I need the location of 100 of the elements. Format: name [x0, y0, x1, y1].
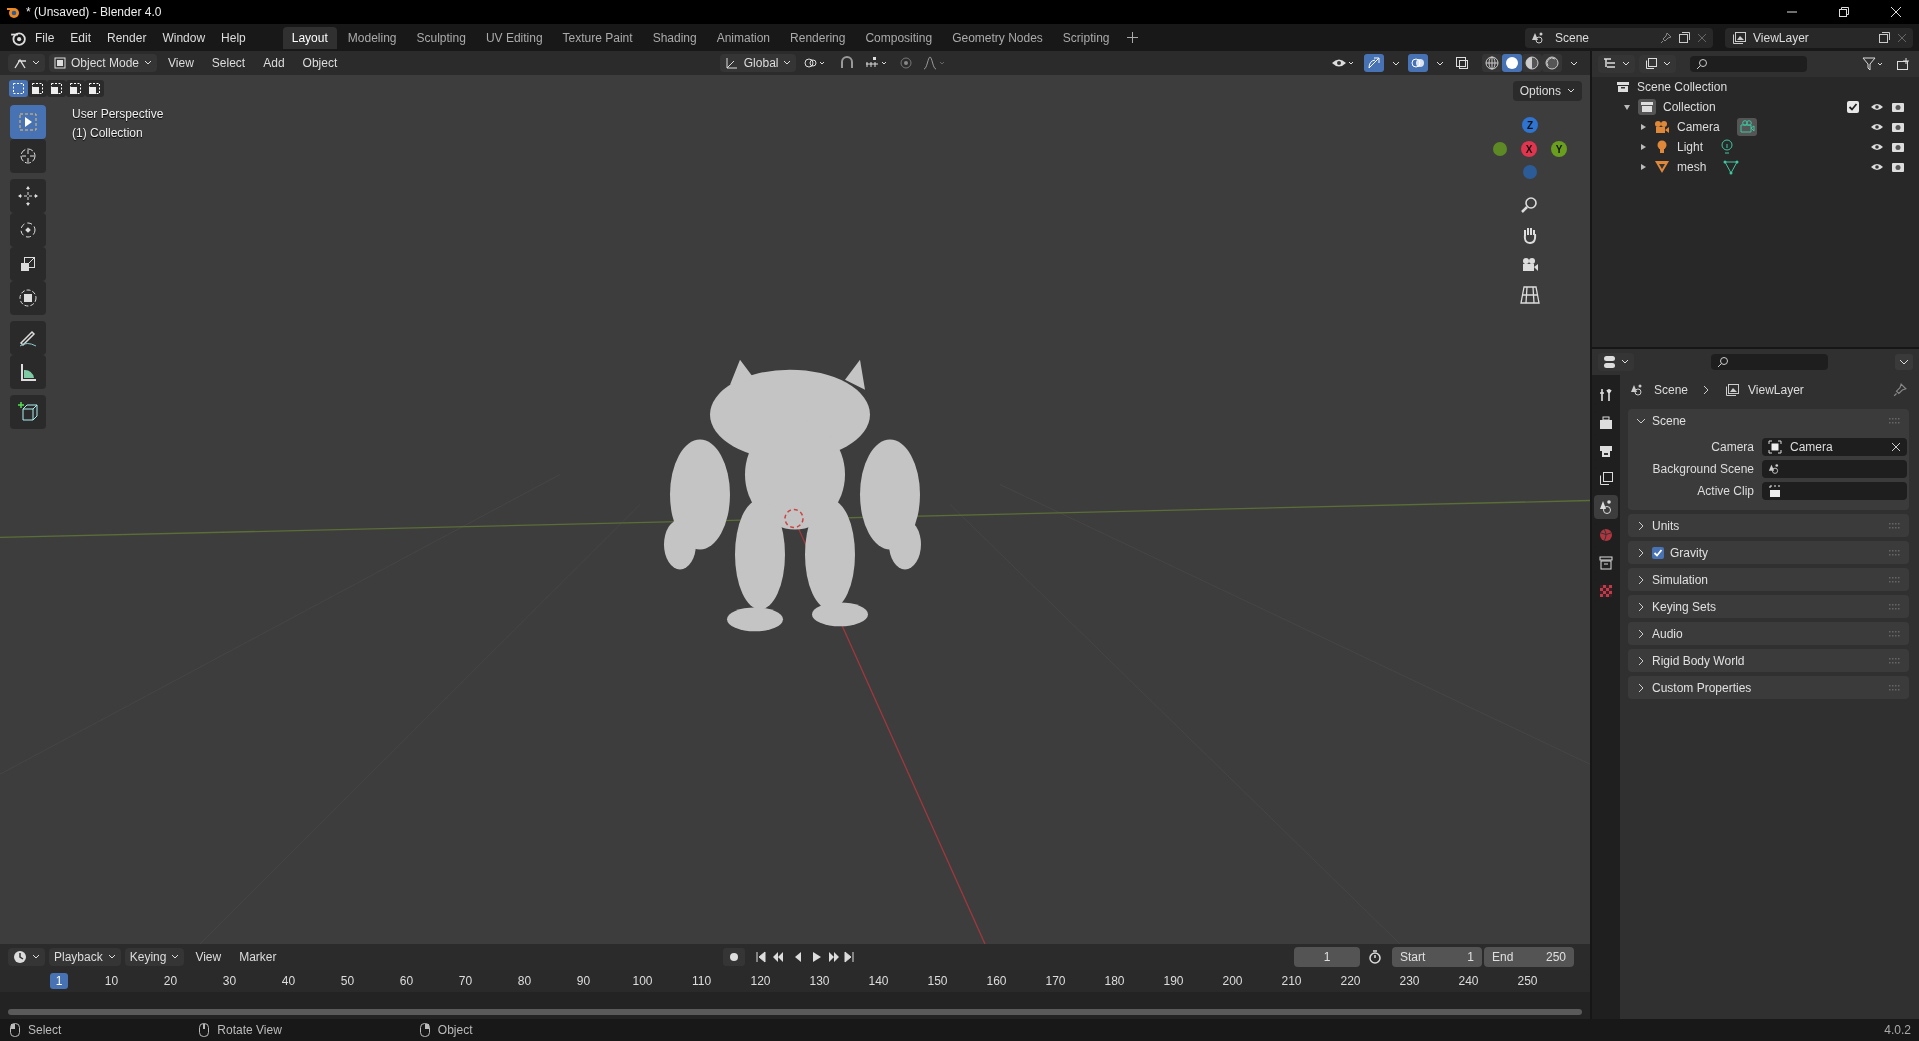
- gizmo-axis[interactable]: Z: [1522, 117, 1538, 133]
- menu-item[interactable]: Window: [155, 27, 213, 48]
- gizmo-axis-dot[interactable]: [1523, 165, 1537, 179]
- gizmo-axis[interactable]: X: [1521, 141, 1537, 157]
- solid-shading-icon[interactable]: [1502, 54, 1522, 72]
- material-shading-icon[interactable]: [1522, 54, 1542, 72]
- camera-icon[interactable]: [1891, 121, 1905, 133]
- menu-item[interactable]: Help: [214, 27, 253, 48]
- drag-handle-icon[interactable]: [1889, 548, 1901, 557]
- playhead[interactable]: 1: [50, 973, 68, 989]
- copy-icon[interactable]: [1678, 31, 1691, 44]
- snap-icon[interactable]: [839, 56, 856, 70]
- disclosure-triangle-icon[interactable]: [1639, 163, 1647, 171]
- playback-controls-drawing[interactable]: [754, 950, 855, 964]
- search-field[interactable]: [1690, 56, 1807, 72]
- eye-icon[interactable]: [1870, 142, 1884, 152]
- panel-header[interactable]: Keying Sets: [1628, 595, 1909, 618]
- transform-tool-icon[interactable]: [10, 281, 46, 315]
- checkbox[interactable]: [1652, 546, 1664, 559]
- copy-icon[interactable]: [1878, 31, 1891, 44]
- chevron-down-icon[interactable]: [1895, 354, 1913, 370]
- drag-handle-icon[interactable]: [1889, 683, 1901, 692]
- camera-data-icon[interactable]: [1736, 118, 1757, 136]
- grid-icon[interactable]: [1520, 285, 1540, 305]
- add-icon[interactable]: [1126, 32, 1138, 43]
- pin-icon[interactable]: [1660, 31, 1672, 44]
- search-field[interactable]: [1711, 354, 1828, 370]
- panel-header[interactable]: Rigid Body World: [1628, 649, 1909, 672]
- gizmo-axis-dot[interactable]: [1493, 142, 1507, 156]
- eye-icon[interactable]: [1870, 102, 1884, 112]
- editor-type-button[interactable]: [8, 948, 45, 966]
- outliner-item[interactable]: mesh: [1677, 160, 1707, 174]
- view-layer-selector[interactable]: ViewLayer: [1725, 27, 1913, 48]
- camera-icon[interactable]: [1891, 101, 1905, 113]
- panel-header[interactable]: Gravity: [1628, 541, 1909, 564]
- editor-type-button[interactable]: [8, 54, 45, 72]
- disclosure-triangle-icon[interactable]: [1639, 123, 1647, 131]
- editor-type-button[interactable]: [1598, 55, 1635, 73]
- proportional-edit-icon[interactable]: [899, 56, 914, 70]
- orientation-dropdown[interactable]: Global: [719, 54, 797, 72]
- panel-header[interactable]: Simulation: [1628, 568, 1909, 591]
- outliner-item[interactable]: Camera: [1677, 120, 1720, 134]
- record-icon[interactable]: [722, 948, 745, 966]
- menu-item[interactable]: File: [28, 27, 62, 48]
- panel-header[interactable]: Custom Properties: [1628, 676, 1909, 699]
- scene-tab-icon[interactable]: [1594, 495, 1618, 519]
- bulb-data-icon[interactable]: [1720, 139, 1735, 155]
- rendered-shading-icon[interactable]: [1542, 54, 1562, 72]
- workspace-tab[interactable]: Texture Paint: [553, 26, 642, 49]
- pencil-tool-icon[interactable]: [10, 321, 46, 355]
- selection-mode-icon[interactable]: [9, 80, 28, 97]
- add-cube-tool-icon[interactable]: [10, 395, 46, 429]
- eye-icon[interactable]: [1870, 122, 1884, 132]
- restore-icon[interactable]: [1838, 6, 1850, 18]
- menu-item[interactable]: Playback: [49, 948, 121, 966]
- outliner-item[interactable]: Scene Collection: [1637, 80, 1728, 94]
- drag-handle-icon[interactable]: [1889, 416, 1901, 425]
- gizmo-axis[interactable]: Y: [1551, 141, 1567, 157]
- workspace-tab[interactable]: Compositing: [856, 26, 942, 49]
- end-frame-field[interactable]: End 250: [1484, 947, 1574, 967]
- ruler-tool-icon[interactable]: [10, 355, 46, 389]
- menu-item[interactable]: View: [161, 53, 201, 73]
- workspace-tab[interactable]: Geometry Nodes: [943, 26, 1052, 49]
- camera-icon[interactable]: [1891, 141, 1905, 153]
- mode-dropdown[interactable]: Object Mode: [49, 54, 158, 72]
- cursor-tool-icon[interactable]: [10, 139, 46, 173]
- menu-item[interactable]: Add: [256, 53, 292, 73]
- overlay-toggle-icon[interactable]: [1408, 54, 1428, 72]
- current-frame-field[interactable]: 1: [1294, 947, 1360, 967]
- workspace-tab[interactable]: Layout: [282, 26, 337, 49]
- clear-icon[interactable]: [1891, 442, 1901, 452]
- stopwatch-icon[interactable]: [1368, 950, 1382, 964]
- workspace-tab[interactable]: Rendering: [781, 26, 855, 49]
- drag-handle-icon[interactable]: [1889, 575, 1901, 584]
- wireframe-shading-icon[interactable]: [1482, 54, 1502, 72]
- editor-type-button[interactable]: [1598, 353, 1634, 371]
- workspace-tab[interactable]: Modeling: [338, 26, 406, 49]
- disclosure-triangle-icon[interactable]: [1623, 103, 1631, 111]
- move-tool-icon[interactable]: [10, 179, 46, 213]
- options-dropdown[interactable]: Options: [1512, 81, 1582, 101]
- xray-icon[interactable]: [1455, 56, 1469, 70]
- workspace-tab[interactable]: Shading: [643, 26, 706, 49]
- exclude-checkbox[interactable]: [1847, 101, 1859, 113]
- panel-header[interactable]: Audio: [1628, 622, 1909, 645]
- scrollbar[interactable]: [8, 1009, 1582, 1015]
- outliner-item[interactable]: Collection: [1663, 100, 1716, 114]
- workspace-tab[interactable]: UV Editing: [476, 26, 552, 49]
- drag-handle-icon[interactable]: [1889, 602, 1901, 611]
- panel-header[interactable]: Scene: [1628, 409, 1909, 432]
- menu-item[interactable]: Marker: [232, 947, 284, 967]
- eye-icon[interactable]: [1870, 162, 1884, 172]
- object-field[interactable]: [1762, 460, 1907, 478]
- selection-mode-icon[interactable]: [85, 80, 104, 97]
- menu-item[interactable]: Object: [295, 53, 345, 73]
- menu-item[interactable]: Keying: [124, 948, 185, 966]
- menu-item[interactable]: Edit: [63, 27, 99, 48]
- workspace-tab[interactable]: Sculpting: [407, 26, 475, 49]
- camera-icon[interactable]: [1891, 161, 1905, 173]
- panel-header[interactable]: Units: [1628, 514, 1909, 537]
- gizmo-toggle-icon[interactable]: [1364, 54, 1384, 72]
